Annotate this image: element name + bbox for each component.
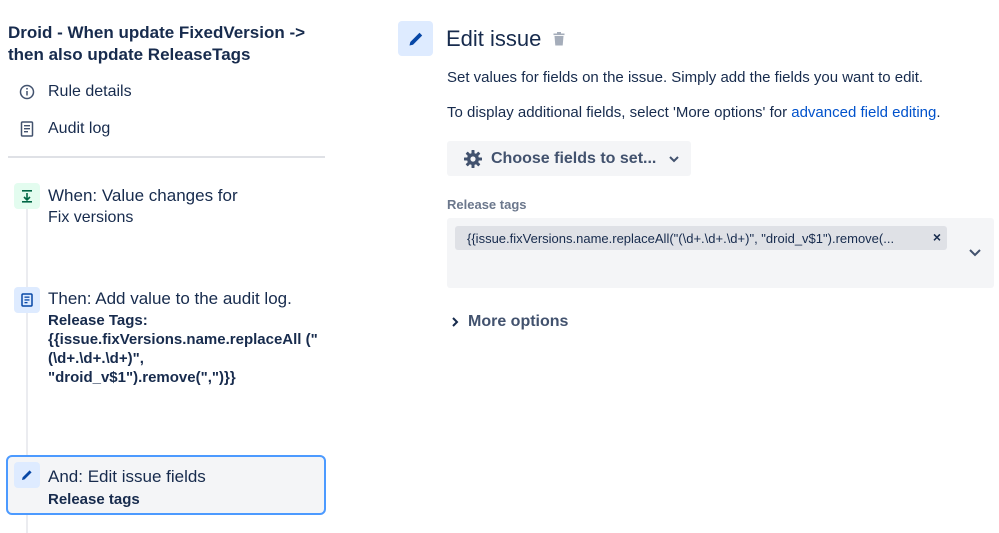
gear-icon	[463, 149, 483, 169]
release-tag-chip: {{issue.fixVersions.name.replaceAll("(\d…	[455, 226, 947, 250]
pencil-icon	[14, 462, 40, 488]
release-tag-value: {{issue.fixVersions.name.replaceAll("(\d…	[467, 230, 895, 246]
chevron-right-icon	[451, 316, 459, 328]
rule-title: Droid - When update FixedVersion -> then…	[8, 23, 306, 64]
document-icon	[16, 118, 38, 140]
choose-fields-label: Choose fields to set...	[491, 149, 657, 167]
advanced-field-editing-link[interactable]: advanced field editing	[791, 104, 936, 121]
step-audit-log[interactable]: Then: Add value to the audit log. Releas…	[8, 285, 326, 405]
sidebar-divider	[8, 156, 325, 158]
step-edit-issue-detail: Release tags	[48, 491, 140, 508]
rule-sidebar: Droid - When update FixedVersion -> then…	[0, 0, 335, 533]
description-prefix: To display additional fields, select 'Mo…	[447, 104, 792, 121]
release-tags-field[interactable]: {{issue.fixVersions.name.replaceAll("(\d…	[447, 218, 994, 288]
more-options-label: More options	[468, 313, 569, 330]
remove-tag-icon[interactable]: ×	[933, 229, 941, 245]
trigger-icon	[14, 183, 40, 209]
description-suffix: .	[936, 104, 941, 121]
field-chevron-down-icon[interactable]	[968, 244, 982, 262]
step-audit-log-detail: Release Tags: {{issue.fixVersions.name.r…	[48, 312, 318, 386]
edit-issue-title-row: Edit issue	[446, 26, 565, 52]
step-trigger[interactable]: When: Value changes for Fix versions	[8, 183, 326, 233]
nav-audit-log[interactable]: Audit log	[16, 118, 110, 140]
trash-icon[interactable]	[553, 32, 565, 46]
audit-log-icon	[14, 287, 40, 313]
edit-description-more: To display additional fields, select 'Mo…	[447, 104, 941, 121]
release-tags-label: Release tags	[447, 197, 527, 212]
chevron-down-icon	[668, 155, 680, 163]
step-trigger-subtitle: Fix versions	[48, 209, 134, 226]
edit-issue-title: Edit issue	[446, 26, 542, 51]
step-trigger-title: When: Value changes for	[48, 186, 238, 205]
more-options-toggle[interactable]: More options	[451, 313, 568, 331]
nav-audit-log-label: Audit log	[48, 120, 111, 137]
step-audit-log-title: Then: Add value to the audit log.	[48, 289, 292, 308]
nav-rule-details-label: Rule details	[48, 83, 132, 100]
info-icon	[16, 81, 38, 103]
edit-pencil-icon	[398, 21, 433, 56]
edit-description: Set values for fields on the issue. Simp…	[447, 69, 924, 86]
edit-issue-panel: Edit issue Set values for fields on the …	[398, 0, 999, 533]
step-edit-issue[interactable]: And: Edit issue fields Release tags	[6, 455, 326, 515]
step-edit-issue-title: And: Edit issue fields	[48, 467, 206, 486]
nav-rule-details[interactable]: Rule details	[16, 81, 132, 103]
choose-fields-button[interactable]: Choose fields to set...	[447, 141, 691, 176]
